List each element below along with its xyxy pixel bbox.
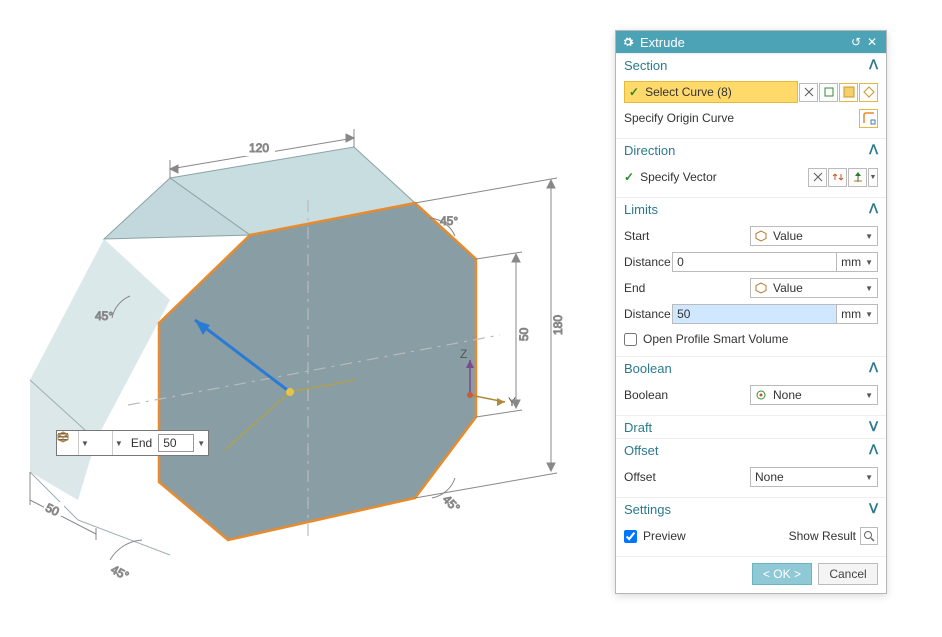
section-header-section[interactable]: Section ᐱ [616, 54, 886, 76]
checkmark-icon: ✓ [629, 85, 639, 99]
svg-text:Z: Z [460, 347, 467, 361]
cube-icon [755, 282, 769, 294]
boolean-mode[interactable]: None ▼ [750, 385, 878, 405]
collapse-down-icon: ᐯ [869, 501, 878, 517]
vector-dialog-icon[interactable] [808, 168, 827, 187]
sketch-face [159, 203, 476, 540]
svg-text:45°: 45° [109, 562, 132, 583]
reverse-direction-icon[interactable] [828, 168, 847, 187]
cube-icon[interactable] [91, 431, 113, 455]
offset-mode[interactable]: None ▼ [750, 467, 878, 487]
limits-end-mode[interactable]: Value ▼ [750, 278, 878, 298]
unit-selector[interactable]: mm▼ [837, 304, 878, 324]
limits-start-distance-input[interactable] [672, 252, 837, 272]
checkmark-icon: ✓ [624, 170, 634, 184]
open-profile-label: Open Profile Smart Volume [643, 332, 788, 346]
close-icon[interactable]: ✕ [864, 35, 880, 49]
dropdown-arrow-icon: ▼ [863, 232, 873, 241]
collapse-down-icon: ᐯ [869, 419, 878, 435]
svg-text:120: 120 [249, 141, 269, 155]
preview-label: Preview [643, 529, 686, 543]
dropdown-arrow-icon: ▼ [863, 391, 873, 400]
section-header-limits[interactable]: Limits ᐱ [616, 198, 886, 220]
vector-type-dropdown[interactable]: ▼ [868, 168, 878, 187]
origin-curve-icon[interactable] [859, 109, 878, 128]
model-viewport[interactable]: Z Y 120 50 [0, 0, 615, 637]
dialog-title: Extrude [640, 35, 848, 50]
cancel-button[interactable]: Cancel [818, 563, 878, 585]
specify-origin-label: Specify Origin Curve [624, 111, 859, 125]
limits-start-label: Start [624, 229, 750, 243]
show-result-label: Show Result [789, 529, 856, 543]
preview-checkbox[interactable] [624, 530, 637, 543]
section-header-settings[interactable]: Settings ᐯ [616, 498, 886, 520]
svg-text:45°: 45° [95, 309, 113, 323]
collapse-up-icon: ᐱ [869, 57, 878, 73]
limits-end-label: End [624, 281, 750, 295]
section-header-boolean[interactable]: Boolean ᐱ [616, 357, 886, 379]
boolean-label: Boolean [624, 388, 750, 402]
collapse-up-icon: ᐱ [869, 201, 878, 217]
dropdown-arrow-icon[interactable]: ▼ [79, 439, 91, 448]
dim-right-50: 50 [476, 252, 540, 417]
magnifier-icon [863, 530, 875, 542]
select-curve-label: Select Curve (8) [645, 85, 732, 99]
unit-selector[interactable]: mm▼ [837, 252, 878, 272]
dialog-titlebar[interactable]: Extrude ↺ ✕ [616, 31, 886, 53]
reset-icon[interactable]: ↺ [848, 35, 864, 49]
stop-at-intersection-icon[interactable] [859, 83, 878, 102]
cube-icon [755, 230, 769, 242]
svg-text:45°: 45° [440, 492, 463, 515]
section-header-direction[interactable]: Direction ᐱ [616, 139, 886, 161]
section-header-offset[interactable]: Offset ᐱ [616, 439, 886, 461]
dim-chamfer-br: 45° [432, 478, 463, 515]
svg-text:50: 50 [517, 327, 531, 341]
section-header-draft[interactable]: Draft ᐯ [616, 416, 886, 438]
dropdown-arrow-icon: ▼ [863, 284, 873, 293]
select-curve-row[interactable]: ✓ Select Curve (8) [624, 81, 798, 103]
dropdown-arrow-icon: ▼ [863, 473, 873, 482]
ok-button[interactable]: < OK > [752, 563, 812, 585]
svg-text:45°: 45° [440, 214, 458, 228]
curve-rule-icon[interactable] [799, 83, 818, 102]
inferred-vector-icon[interactable] [848, 168, 867, 187]
show-result-button[interactable] [860, 527, 878, 545]
curve-collector-icon[interactable] [839, 83, 858, 102]
dim-chamfer-bl: 45° [109, 540, 142, 583]
collapse-up-icon: ᐱ [869, 442, 878, 458]
onscreen-extrude-input[interactable]: ▼ ▼ End ▼ [56, 430, 209, 456]
svg-text:180: 180 [551, 315, 565, 335]
limits-start-mode[interactable]: Value ▼ [750, 226, 878, 246]
dropdown-arrow-icon[interactable]: ▼ [194, 439, 208, 448]
open-profile-checkbox[interactable] [624, 333, 637, 346]
model-svg: Z Y 120 50 [0, 0, 615, 637]
onscreen-end-label: End [125, 436, 158, 450]
offset-label: Offset [624, 470, 750, 484]
limits-start-distance-label: Distance [624, 255, 672, 269]
dialog-footer: < OK > Cancel [616, 556, 886, 593]
extrude-dialog: Extrude ↺ ✕ Section ᐱ ✓ Select Curve (8) [615, 30, 887, 594]
collapse-up-icon: ᐱ [869, 360, 878, 376]
limits-end-distance-input[interactable] [672, 304, 837, 324]
limits-end-distance-label: Distance [624, 307, 672, 321]
sketch-section-icon[interactable] [819, 83, 838, 102]
collapse-up-icon: ᐱ [869, 142, 878, 158]
none-icon [755, 389, 769, 401]
onscreen-end-value[interactable] [158, 434, 194, 452]
dropdown-arrow-icon[interactable]: ▼ [113, 439, 125, 448]
specify-vector-label: Specify Vector [640, 170, 807, 184]
gear-icon[interactable] [622, 36, 634, 48]
